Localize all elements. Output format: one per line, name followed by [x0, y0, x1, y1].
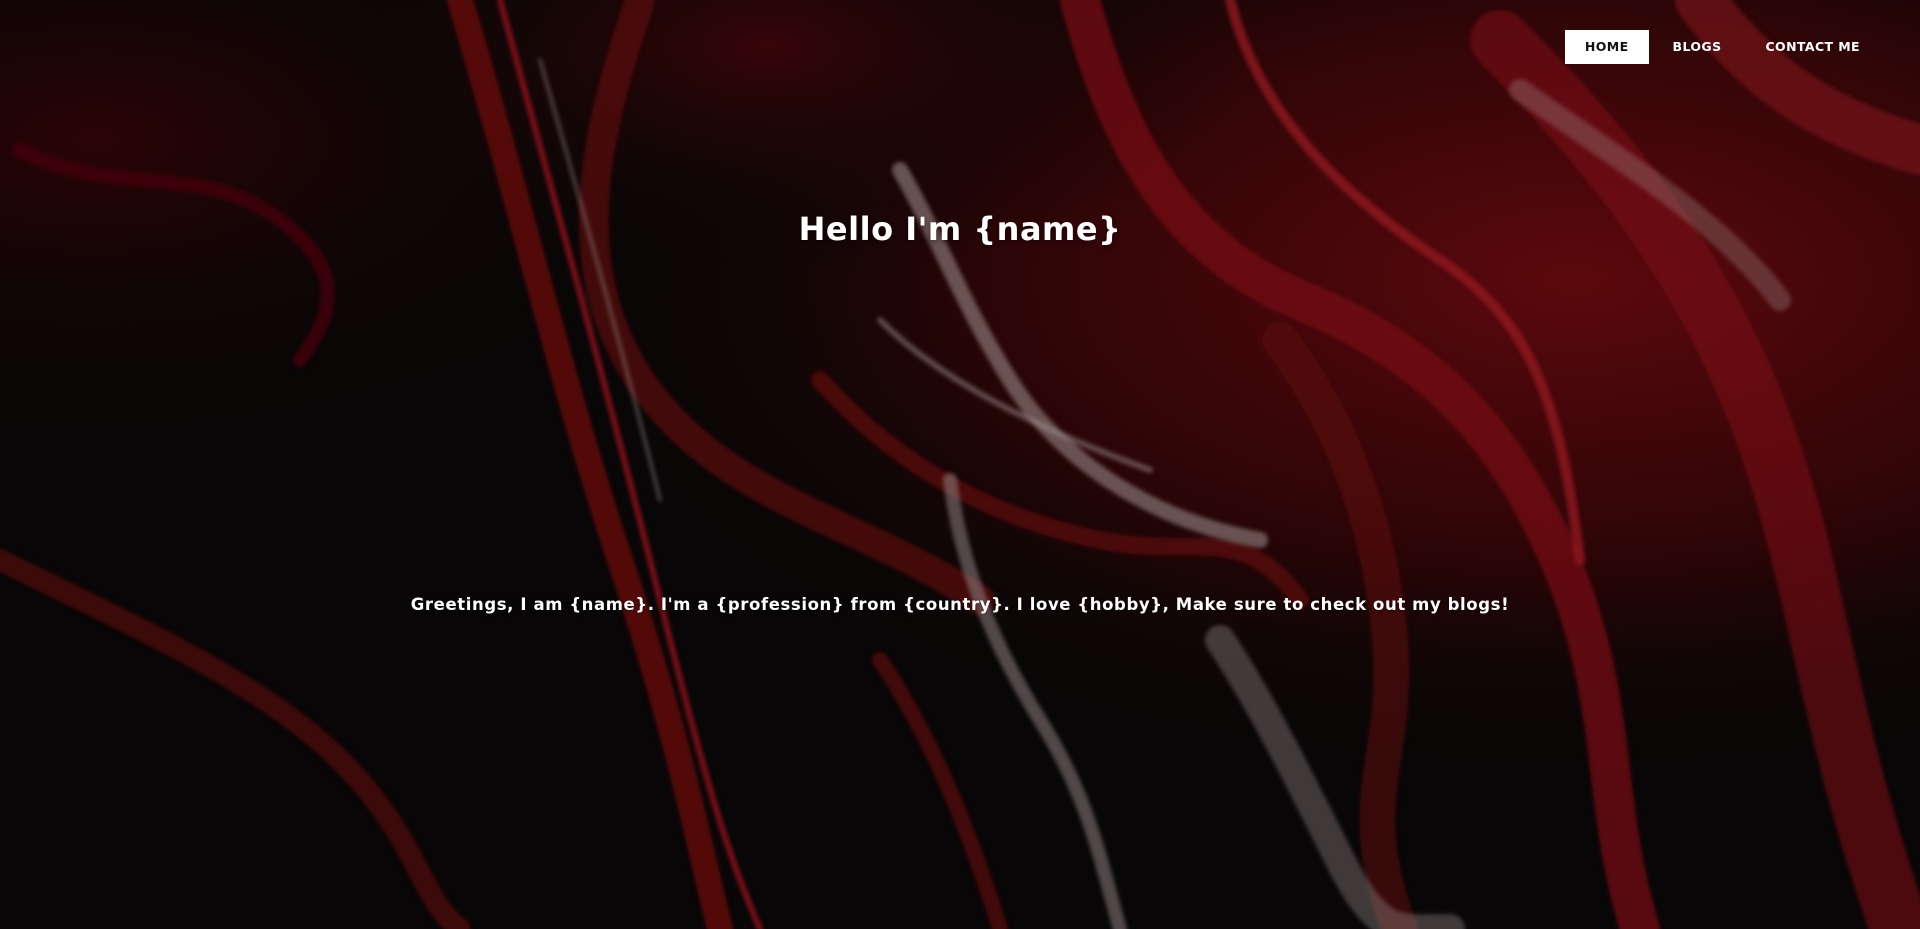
main-nav: HOME BLOGS CONTACT ME: [1561, 30, 1880, 64]
nav-blogs-link[interactable]: BLOGS: [1653, 30, 1742, 64]
hero-section: HOME BLOGS CONTACT ME Hello I'm {name} G…: [0, 0, 1920, 929]
page-title: Hello I'm {name}: [798, 210, 1122, 248]
nav-home-link[interactable]: HOME: [1564, 30, 1649, 64]
intro-text: Greetings, I am {name}. I'm a {professio…: [410, 595, 1510, 614]
background-image: [0, 0, 1920, 929]
nav-contact-link[interactable]: CONTACT ME: [1745, 30, 1880, 64]
